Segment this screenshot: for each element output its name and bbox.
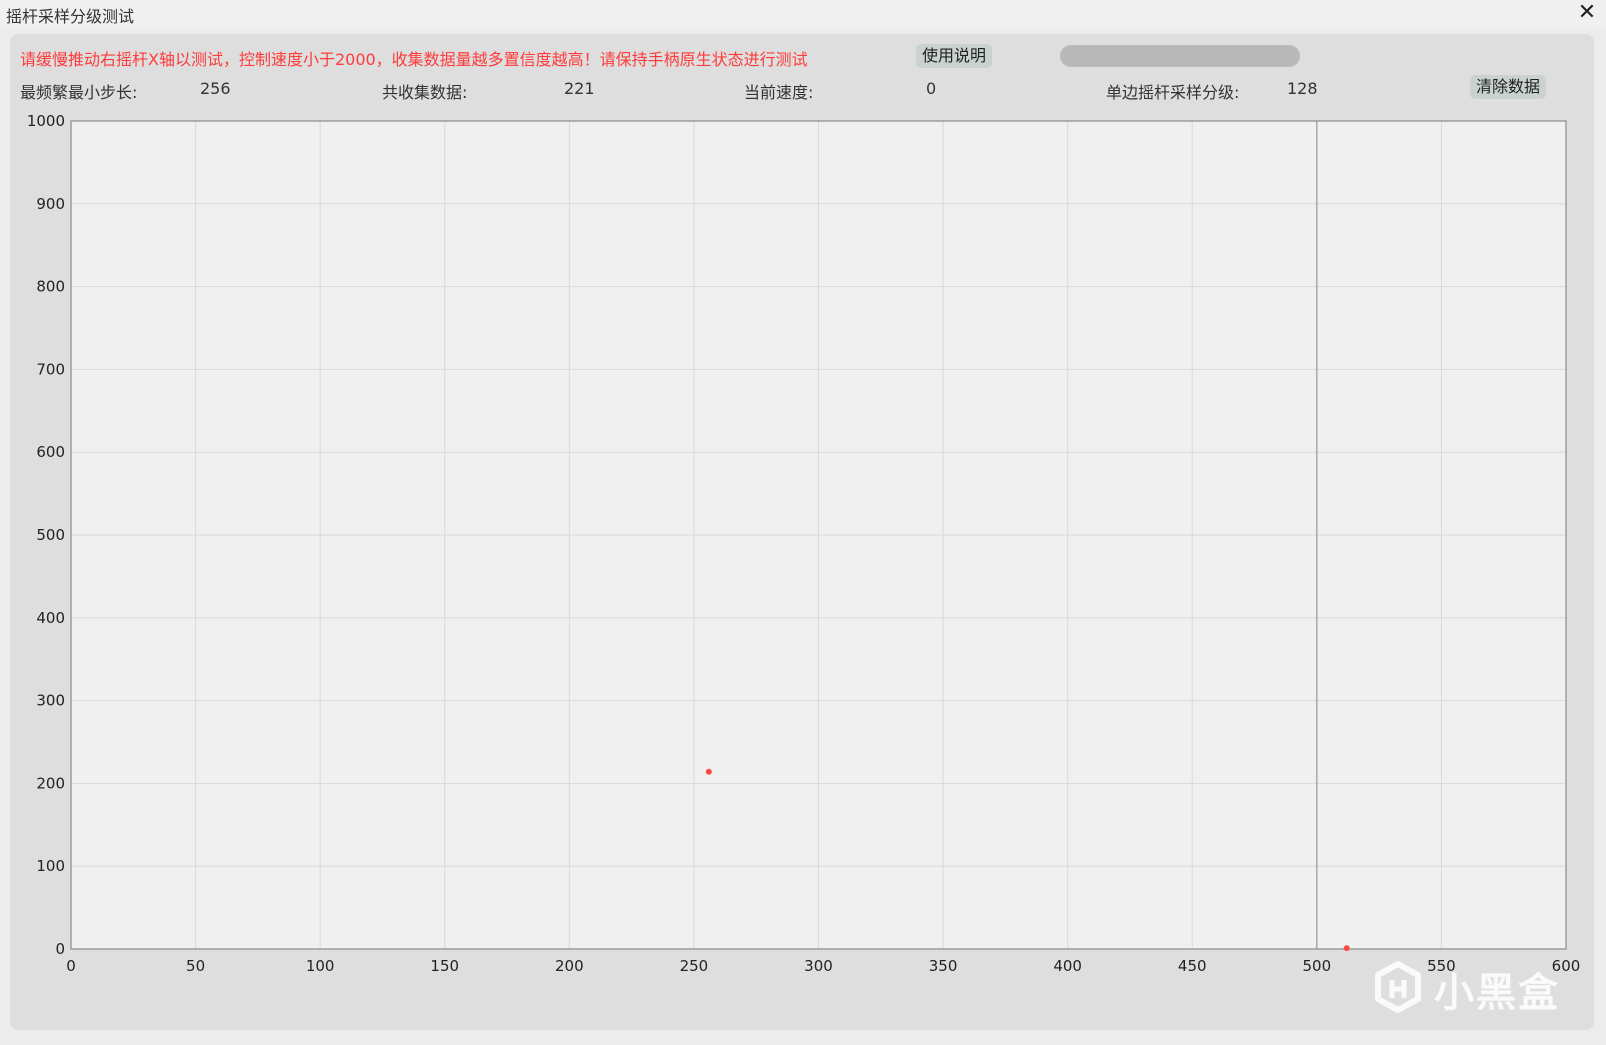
app-window: 摇杆采样分级测试 ✕ 请缓慢推动右摇杆X轴以测试，控制速度小于2000，收集数据…	[0, 0, 1606, 1045]
watermark-logo-icon	[1375, 961, 1421, 1013]
x-tick-label: 50	[186, 957, 205, 975]
y-tick-label: 100	[36, 857, 65, 875]
data-point	[1343, 945, 1350, 952]
scatter-chart: 0 50 100 150 200 250 300 350 400 450 500 550 6000100…	[27, 112, 1581, 975]
watermark-text: 小黑盒	[1434, 970, 1560, 1016]
x-tick-label: 100	[306, 957, 335, 975]
y-tick-label: 900	[36, 195, 65, 213]
x-tick-label: 450	[1178, 957, 1207, 975]
x-tick-label: 400	[1053, 957, 1082, 975]
y-tick-label: 200	[36, 774, 65, 792]
y-tick-label: 600	[36, 443, 65, 461]
y-tick-label: 500	[36, 526, 65, 544]
x-tick-label: 0	[66, 957, 76, 975]
data-point	[705, 768, 712, 775]
y-tick-label: 0	[55, 940, 65, 958]
y-tick-label: 400	[36, 609, 65, 627]
watermark: 小黑盒	[1368, 958, 1568, 1018]
x-tick-label: 350	[929, 957, 958, 975]
x-tick-label: 300	[804, 957, 833, 975]
x-tick-label: 200	[555, 957, 584, 975]
x-tick-label: 150	[430, 957, 459, 975]
x-tick-label: 250	[680, 957, 709, 975]
y-tick-label: 300	[36, 692, 65, 710]
y-tick-label: 700	[36, 360, 65, 378]
x-tick-label: 500	[1303, 957, 1332, 975]
y-tick-label: 800	[36, 278, 65, 296]
y-tick-label: 1000	[27, 112, 65, 130]
